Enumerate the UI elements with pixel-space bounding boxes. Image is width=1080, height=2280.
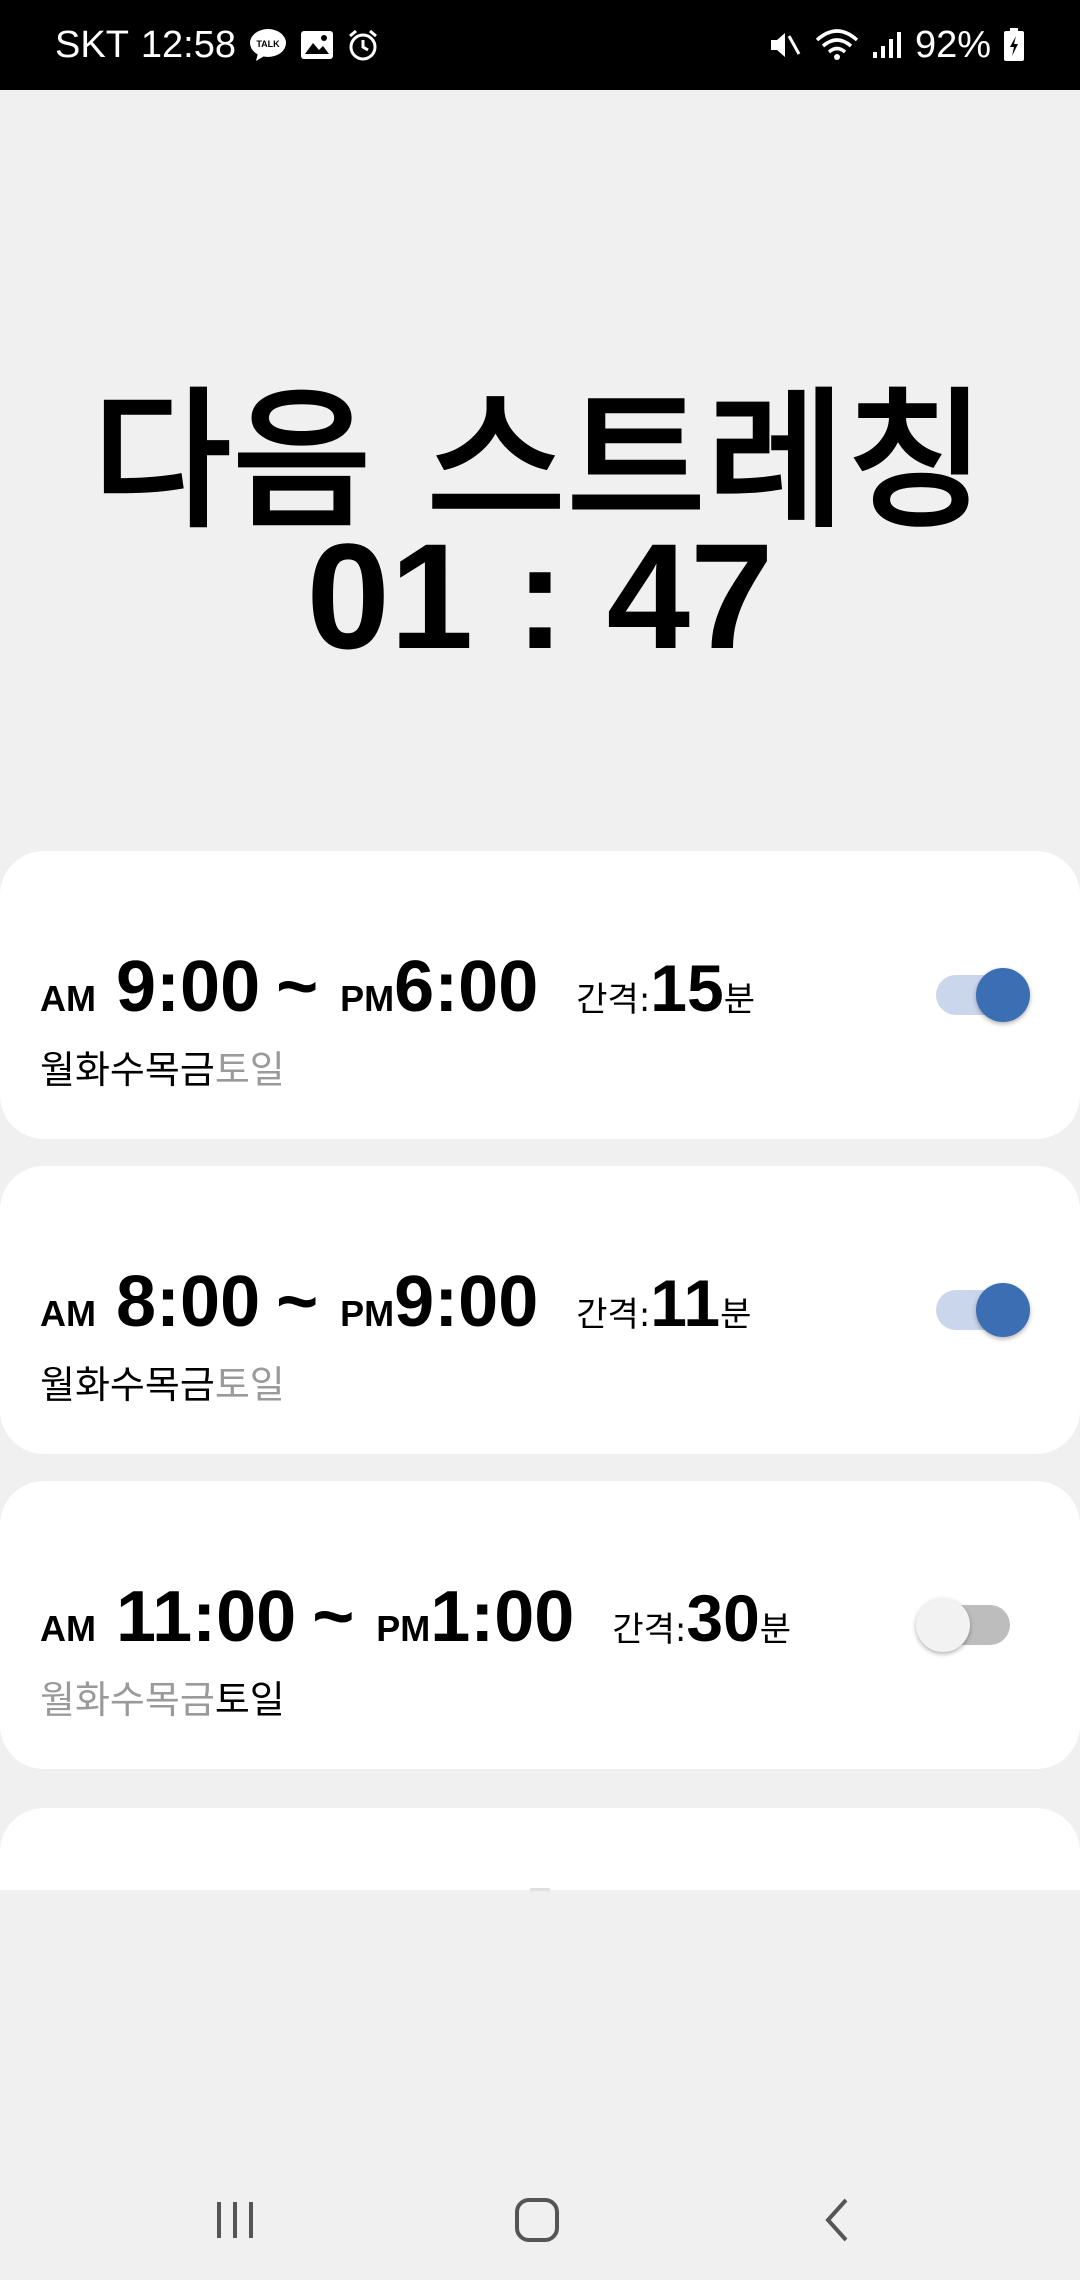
schedule-toggle[interactable]	[936, 968, 1030, 1022]
schedule-card[interactable]: AM 9:00 ~ PM 6:00 간격: 15 분 월화수목금토일	[0, 851, 1080, 1139]
time-range: AM 8:00 ~ PM 9:00 간격: 11 분	[40, 1261, 751, 1343]
time-separator: ~	[276, 1262, 319, 1342]
kakaotalk-icon: TALK	[248, 27, 288, 63]
end-time: 1:00	[430, 1577, 575, 1657]
signal-icon	[871, 30, 903, 60]
time-range: AM 9:00 ~ PM 6:00 간격: 15 분	[40, 946, 755, 1028]
days-inactive: 토일	[214, 1363, 285, 1407]
carrier-label: SKT	[55, 23, 129, 66]
interval-label: 간격:	[612, 1610, 687, 1650]
days-inactive: 월화수목금	[40, 1678, 215, 1722]
start-ampm: AM	[40, 1608, 96, 1649]
start-time: 11:00	[116, 1577, 297, 1657]
time-separator: ~	[276, 947, 319, 1027]
days-of-week: 월화수목금토일	[40, 1039, 285, 1094]
days-active: 토일	[214, 1678, 285, 1722]
gallery-icon	[300, 30, 334, 60]
partial-card-mark	[530, 1888, 550, 1891]
end-time: 9:00	[394, 1262, 539, 1342]
schedule-card[interactable]: AM 11:00 ~ PM 1:00 간격: 30 분 월화수목금토일	[0, 1481, 1080, 1769]
days-inactive: 토일	[214, 1048, 285, 1092]
navigation-bar	[0, 2160, 1080, 2280]
interval-unit: 분	[723, 980, 755, 1020]
schedule-card-partial[interactable]	[0, 1808, 1080, 1891]
time-range: AM 11:00 ~ PM 1:00 간격: 30 분	[40, 1576, 791, 1658]
interval-label: 간격:	[576, 1295, 651, 1335]
interval-value: 15	[650, 951, 724, 1025]
status-bar: SKT 12:58 TALK 92%	[0, 0, 1080, 90]
days-active: 월화수목금	[40, 1363, 215, 1407]
home-icon[interactable]	[507, 2190, 567, 2250]
interval-value: 11	[650, 1266, 721, 1340]
countdown-timer: 01 : 47	[306, 512, 774, 680]
wifi-icon	[815, 28, 859, 62]
days-of-week: 월화수목금토일	[40, 1669, 285, 1724]
mute-icon	[767, 28, 803, 62]
battery-icon	[1003, 28, 1025, 62]
end-ampm: PM	[376, 1608, 431, 1649]
schedule-card[interactable]: AM 8:00 ~ PM 9:00 간격: 11 분 월화수목금토일	[0, 1166, 1080, 1454]
start-ampm: AM	[40, 978, 96, 1019]
toggle-knob	[916, 1598, 970, 1652]
days-active: 월화수목금	[40, 1048, 215, 1092]
start-time: 9:00	[116, 947, 261, 1027]
end-time: 6:00	[394, 947, 539, 1027]
interval-label: 간격:	[576, 980, 651, 1020]
days-of-week: 월화수목금토일	[40, 1354, 285, 1409]
alarm-icon	[346, 28, 380, 62]
back-icon[interactable]	[810, 2190, 870, 2250]
end-ampm: PM	[340, 978, 395, 1019]
toggle-knob	[976, 1283, 1030, 1337]
schedule-toggle[interactable]	[936, 1283, 1030, 1337]
interval-unit: 분	[759, 1610, 792, 1650]
start-time: 8:00	[116, 1262, 261, 1342]
interval-unit: 분	[720, 1295, 752, 1335]
talk-icon-text: TALK	[256, 39, 280, 49]
battery-percent: 92%	[914, 23, 991, 66]
interval-value: 30	[686, 1581, 760, 1655]
end-ampm: PM	[340, 1293, 395, 1334]
schedule-toggle[interactable]	[916, 1598, 1010, 1652]
time-separator: ~	[312, 1577, 355, 1657]
recents-icon[interactable]	[205, 2190, 265, 2250]
start-ampm: AM	[40, 1293, 96, 1334]
clock-label: 12:58	[140, 23, 236, 66]
toggle-knob	[976, 968, 1030, 1022]
